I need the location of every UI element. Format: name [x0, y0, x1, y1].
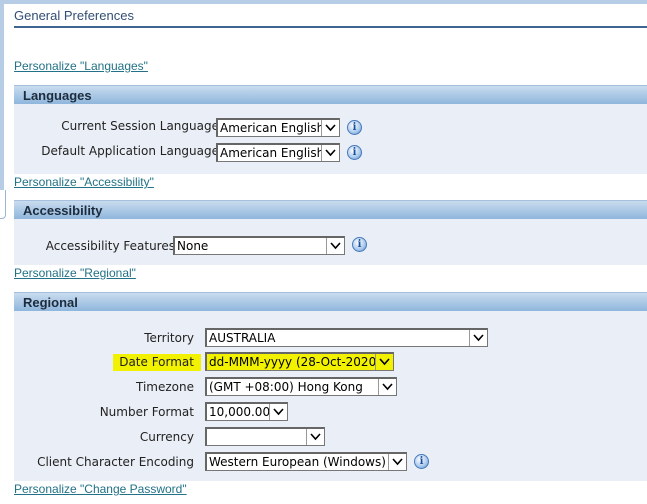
timezone-select[interactable]: (GMT +08:00) Hong Kong [205, 377, 397, 396]
number-format-select[interactable]: 10,000.00 [205, 402, 288, 421]
date-format-select[interactable]: dd-MMM-yyyy (28-Oct-2020) [205, 352, 394, 371]
left-border-corner [0, 190, 6, 219]
section-body-accessibility: Accessibility Features None i [14, 219, 647, 265]
section-header-languages: Languages [14, 85, 647, 104]
info-icon[interactable]: i [347, 145, 362, 160]
client-character-encoding-select[interactable]: Western European (Windows) [205, 452, 407, 471]
territory-value: AUSTRALIA [209, 331, 276, 345]
currency-label: Currency [139, 430, 194, 444]
default-application-language-value: American English [220, 146, 325, 160]
timezone-label: Timezone [136, 380, 194, 394]
accessibility-features-select[interactable]: None [173, 236, 345, 255]
chevron-down-icon[interactable] [321, 145, 339, 161]
default-application-language-select[interactable]: American English [216, 143, 340, 162]
personalize-accessibility-link[interactable]: Personalize "Accessibility" [14, 175, 154, 189]
chevron-down-icon[interactable] [388, 454, 406, 470]
territory-select[interactable]: AUSTRALIA [205, 328, 488, 347]
territory-label: Territory [144, 331, 194, 345]
currency-select[interactable] [205, 427, 325, 446]
default-application-language-label: Default Application Language [41, 144, 219, 158]
number-format-value: 10,000.00 [209, 405, 271, 419]
chevron-down-icon[interactable] [378, 379, 396, 395]
personalize-regional-link[interactable]: Personalize "Regional" [14, 266, 136, 280]
chevron-down-icon[interactable] [326, 238, 344, 254]
chevron-down-icon[interactable] [469, 330, 487, 346]
current-session-language-value: American English [220, 121, 325, 135]
personalize-change-password-link[interactable]: Personalize "Change Password" [14, 482, 187, 496]
section-header-accessibility: Accessibility [14, 200, 647, 219]
accessibility-features-value: None [177, 239, 209, 253]
current-session-language-select[interactable]: American English [216, 118, 340, 137]
client-character-encoding-value: Western European (Windows) [209, 455, 386, 469]
number-format-label: Number Format [99, 405, 194, 419]
section-body-languages: Current Session Language American Englis… [14, 104, 647, 174]
section-header-regional: Regional [14, 292, 647, 311]
timezone-value: (GMT +08:00) Hong Kong [209, 380, 363, 394]
client-character-encoding-label: Client Character Encoding [37, 455, 194, 469]
chevron-down-icon[interactable] [269, 404, 287, 420]
date-format-label: Date Format [113, 354, 201, 371]
top-border [0, 0, 647, 4]
current-session-language-label: Current Session Language [61, 119, 219, 133]
info-icon[interactable]: i [414, 454, 429, 469]
section-body-regional: Territory AUSTRALIA Date Format dd-MMM-y… [14, 311, 647, 481]
info-icon[interactable]: i [347, 120, 362, 135]
page-title: General Preferences [14, 8, 647, 28]
left-border [0, 0, 4, 218]
personalize-languages-link[interactable]: Personalize "Languages" [14, 59, 148, 73]
chevron-down-icon[interactable] [375, 354, 393, 370]
chevron-down-icon[interactable] [306, 429, 324, 445]
info-icon[interactable]: i [352, 237, 367, 252]
accessibility-features-label: Accessibility Features [45, 239, 175, 253]
chevron-down-icon[interactable] [321, 120, 339, 136]
date-format-value: dd-MMM-yyyy (28-Oct-2020) [209, 355, 381, 369]
